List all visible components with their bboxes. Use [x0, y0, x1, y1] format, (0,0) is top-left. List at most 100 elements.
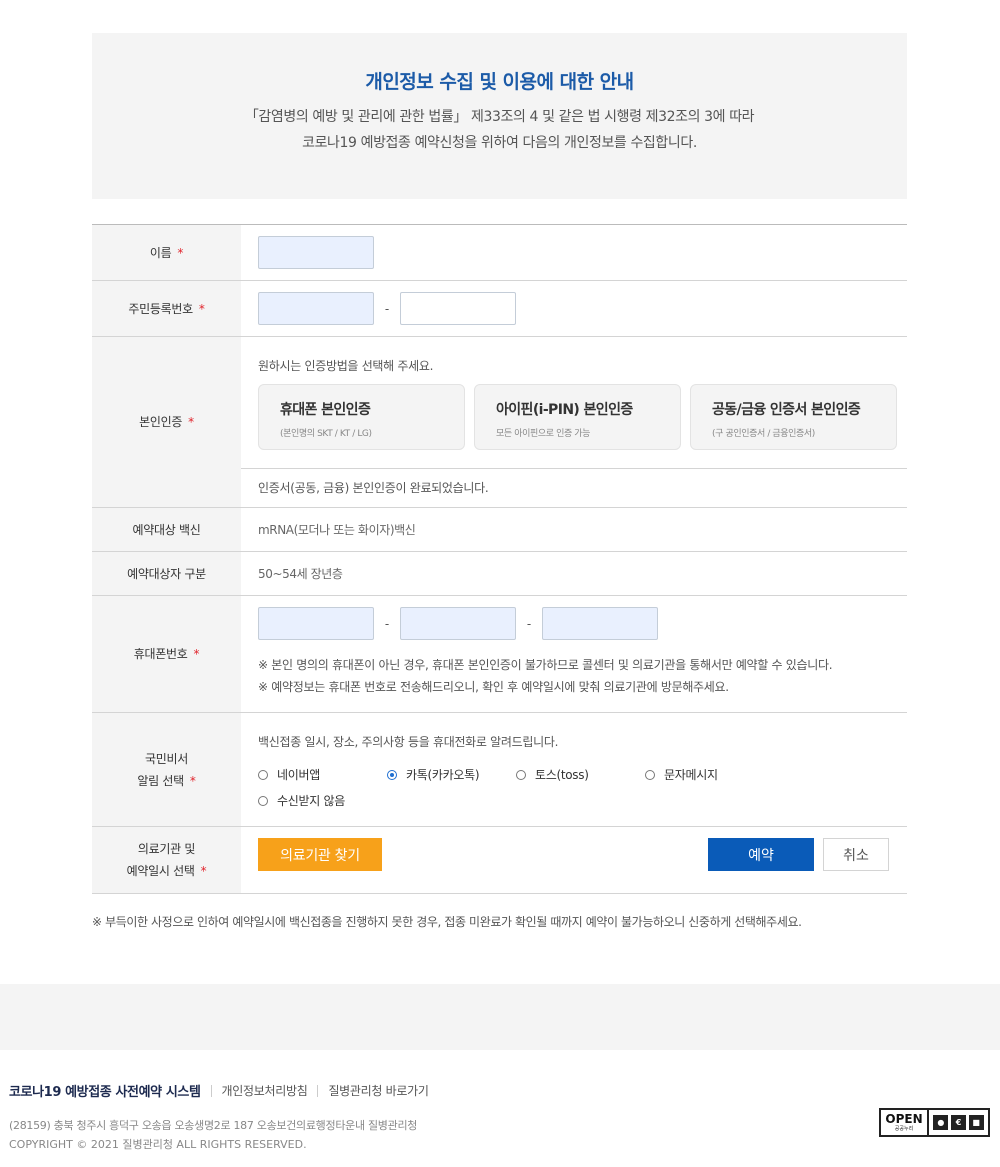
phone-label-cell: 휴대폰번호 * — [92, 596, 241, 712]
auth-status: 인증서(공동, 금융) 본인인증이 완료되었습니다. — [258, 481, 489, 495]
phone-input-3[interactable] — [542, 607, 658, 640]
phone-input-2[interactable] — [400, 607, 516, 640]
alarm-radio-group: 네이버앱 카톡(카카오톡) 토스(toss) 문자메시지 수신받지 않음 — [258, 766, 778, 809]
auth-label: 본인인증 — [139, 415, 183, 429]
phone-input-1[interactable] — [258, 607, 374, 640]
footer-band — [0, 984, 1000, 1050]
radio-none[interactable]: 수신받지 않음 — [258, 792, 387, 809]
reservation-form: 이름 * 주민등록번호 * - 본인인증 * 원하시는 인증방법을 선택해 주세요. … — [92, 224, 907, 894]
radio-label: 카톡(카카오톡) — [406, 768, 480, 782]
phone-dash: - — [526, 616, 532, 631]
jumin-back-input[interactable] — [400, 292, 516, 325]
footer-nav: 코로나19 예방접종 사전예약 시스템 개인정보처리방침 질병관리청 바로가기 — [9, 1081, 429, 1100]
notice-title: 개인정보 수집 및 이용에 대한 안내 — [365, 71, 634, 93]
jumin-label: 주민등록번호 — [128, 301, 193, 316]
required-mark: * — [198, 301, 205, 316]
reserve-button[interactable]: 예약 — [708, 838, 814, 871]
required-mark: * — [189, 773, 196, 788]
phone-inputs: -- — [258, 607, 907, 640]
radio-circle[interactable] — [258, 769, 268, 780]
auth-cert-button[interactable]: 공동/금융 인증서 본인인증 (구 공인인증서 / 금융인증서) — [690, 384, 897, 450]
auth-phone-title: 휴대폰 본인인증 — [280, 402, 371, 418]
footer-divider — [210, 1084, 212, 1097]
row-name: 이름 * — [92, 225, 907, 281]
name-input-cell — [241, 225, 907, 280]
footer-copyright: COPYRIGHT © 2021 질병관리청 ALL RIGHTS RESERV… — [9, 1138, 307, 1151]
kogl-sub-text: 공공누리 — [894, 1125, 914, 1132]
kdca-link[interactable]: 질병관리청 바로가기 — [328, 1082, 428, 1099]
cancel-button[interactable]: 취소 — [823, 838, 889, 871]
radio-toss[interactable]: 토스(toss) — [516, 766, 645, 783]
required-mark: * — [188, 415, 194, 429]
phone-dash: - — [384, 616, 390, 631]
radio-circle[interactable] — [645, 769, 655, 780]
required-mark: * — [200, 864, 207, 878]
auth-cert-title: 공동/금융 인증서 본인인증 — [712, 402, 861, 418]
noncommercial-icon: € — [950, 1115, 966, 1130]
auth-phone-button[interactable]: 휴대폰 본인인증 (본인명의 SKT / KT / LG) — [258, 384, 465, 450]
hospital-cell: 의료기관 찾기 예약 취소 — [241, 827, 907, 893]
phone-note-1: ※ 본인 명의의 휴대폰이 아닌 경우, 휴대폰 본인인증이 불가하므로 콜센터… — [258, 658, 833, 672]
auth-method-list: 휴대폰 본인인증 (본인명의 SKT / KT / LG) 아이핀(i-PIN)… — [258, 384, 897, 450]
required-mark: * — [193, 647, 200, 661]
auth-ipin-button[interactable]: 아이핀(i-PIN) 본인인증 모든 아이핀으로 인증 가능 — [474, 384, 681, 450]
row-jumin: 주민등록번호 * - — [92, 281, 907, 337]
kogl-badge: OPEN 공공누리 ● € ■ — [879, 1108, 990, 1137]
footer-divider — [317, 1084, 319, 1097]
hospital-label-cell: 의료기관 및 예약일시 선택 * — [92, 827, 241, 893]
auth-divider — [241, 468, 907, 469]
alarm-guide: 백신접종 일시, 장소, 주의사항 등을 휴대전화로 알려드립니다. — [258, 735, 559, 749]
row-vaccine: 예약대상 백신 mRNA(모더나 또는 화이자)백신 — [92, 508, 907, 552]
jumin-input-cell: - — [241, 281, 907, 336]
radio-sms[interactable]: 문자메시지 — [645, 766, 774, 783]
row-phone: 휴대폰번호 * -- ※ 본인 명의의 휴대폰이 아닌 경우, 휴대폰 본인인증이… — [92, 596, 907, 713]
auth-cert-sub: (구 공인인증서 / 금융인증서) — [712, 429, 815, 439]
auth-phone-sub: (본인명의 SKT / KT / LG) — [280, 429, 372, 439]
alarm-label-1: 국민비서 — [145, 751, 188, 766]
radio-circle[interactable] — [258, 795, 268, 806]
name-input[interactable] — [258, 236, 374, 269]
vaccine-label: 예약대상 백신 — [92, 508, 241, 551]
kogl-open-text: OPEN — [885, 1111, 923, 1126]
footer-address: (28159) 충북 청주시 흥덕구 오송읍 오송생명2로 187 오송보건의료… — [9, 1119, 418, 1132]
jumin-label-cell: 주민등록번호 * — [92, 281, 241, 336]
group-label: 예약대상자 구분 — [92, 552, 241, 595]
phone-notes: ※ 본인 명의의 휴대폰이 아닌 경우, 휴대폰 본인인증이 불가하므로 콜센터… — [258, 654, 907, 698]
hospital-label-1: 의료기관 및 — [137, 842, 196, 856]
kogl-license-icons: ● € ■ — [929, 1110, 988, 1135]
radio-label: 네이버앱 — [277, 768, 320, 782]
footer: 코로나19 예방접종 사전예약 시스템 개인정보처리방침 질병관리청 바로가기 … — [0, 1050, 1000, 1167]
auth-ipin-title: 아이핀(i-PIN) 본인인증 — [496, 402, 633, 418]
row-group: 예약대상자 구분 50~54세 장년층 — [92, 552, 907, 596]
radio-circle[interactable] — [516, 769, 526, 780]
auth-cell: 원하시는 인증방법을 선택해 주세요. 휴대폰 본인인증 (본인명의 SKT /… — [241, 337, 907, 507]
phone-cell: -- ※ 본인 명의의 휴대폰이 아닌 경우, 휴대폰 본인인증이 불가하므로 … — [241, 596, 907, 712]
phone-note-2: ※ 예약정보는 휴대폰 번호로 전송해드리오니, 확인 후 예약일시에 맞춰 의… — [258, 680, 729, 694]
radio-naver[interactable]: 네이버앱 — [258, 766, 387, 783]
auth-label-cell: 본인인증 * — [92, 337, 241, 507]
notice-line-1: 「감염병의 예방 및 관리에 관한 법률」 제33조의 4 및 같은 법 시행령… — [244, 109, 755, 125]
auth-ipin-sub: 모든 아이핀으로 인증 가능 — [496, 429, 591, 439]
radio-label: 문자메시지 — [664, 768, 718, 782]
privacy-notice: 개인정보 수집 및 이용에 대한 안내 「감염병의 예방 및 관리에 관한 법률… — [92, 33, 907, 199]
name-label: 이름 — [149, 245, 172, 260]
alarm-label-cell: 국민비서 알림 선택 * — [92, 713, 241, 826]
radio-label: 토스(toss) — [535, 768, 589, 782]
phone-label: 휴대폰번호 — [133, 647, 188, 661]
attribution-icon: ● — [933, 1115, 949, 1130]
alarm-cell: 백신접종 일시, 장소, 주의사항 등을 휴대전화로 알려드립니다. 네이버앱 … — [241, 713, 907, 826]
radio-kakao[interactable]: 카톡(카카오톡) — [387, 766, 516, 783]
row-hospital: 의료기관 및 예약일시 선택 * 의료기관 찾기 예약 취소 — [92, 827, 907, 894]
privacy-policy-link[interactable]: 개인정보처리방침 — [222, 1082, 308, 1099]
radio-label: 수신받지 않음 — [277, 794, 345, 808]
alarm-label-2: 알림 선택 — [137, 773, 184, 788]
jumin-front-input[interactable] — [258, 292, 374, 325]
hospital-label-2: 예약일시 선택 — [126, 864, 195, 878]
row-auth: 본인인증 * 원하시는 인증방법을 선택해 주세요. 휴대폰 본인인증 (본인명의… — [92, 337, 907, 508]
kogl-open-mark: OPEN 공공누리 — [881, 1110, 929, 1135]
no-derivatives-icon: ■ — [968, 1115, 984, 1130]
radio-circle-selected[interactable] — [387, 769, 397, 780]
required-mark: * — [177, 245, 184, 260]
bottom-notice: ※ 부득이한 사정으로 인하여 예약일시에 백신접종을 진행하지 못한 경우, … — [92, 915, 802, 929]
find-hospital-button[interactable]: 의료기관 찾기 — [258, 838, 382, 871]
